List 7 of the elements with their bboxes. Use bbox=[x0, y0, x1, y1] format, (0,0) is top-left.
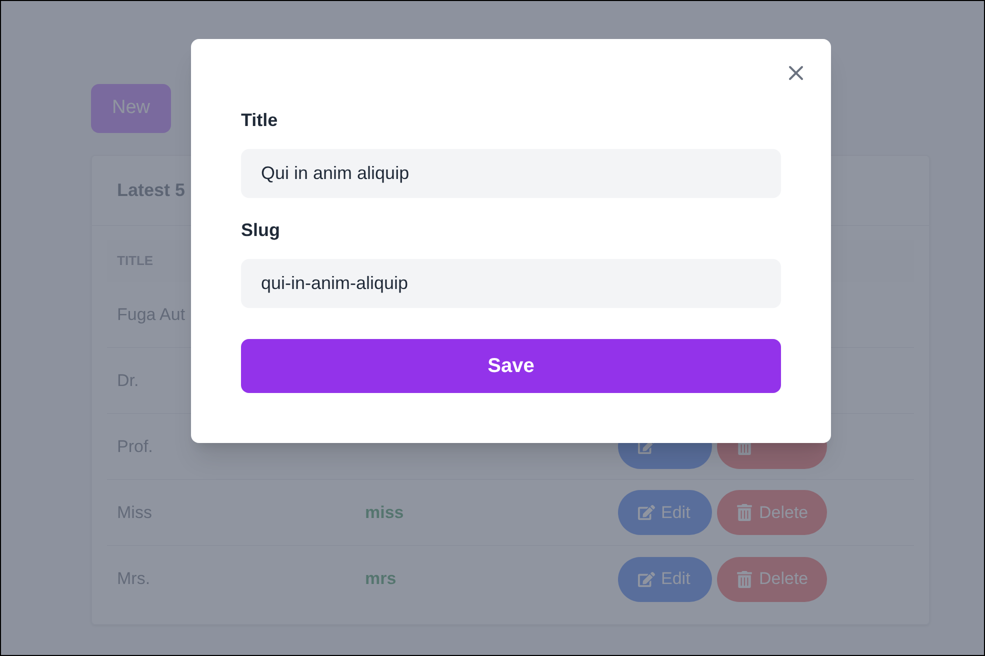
save-button[interactable]: Save bbox=[241, 339, 781, 393]
post-slug: mrs bbox=[365, 569, 396, 588]
text-input[interactable]: qui-in-anim-aliquip bbox=[241, 259, 781, 308]
field-label: Slug bbox=[241, 219, 280, 242]
field-label: Title bbox=[241, 109, 278, 132]
text-input[interactable]: Qui in anim aliquip bbox=[241, 149, 781, 198]
post-slug: miss bbox=[365, 502, 404, 522]
